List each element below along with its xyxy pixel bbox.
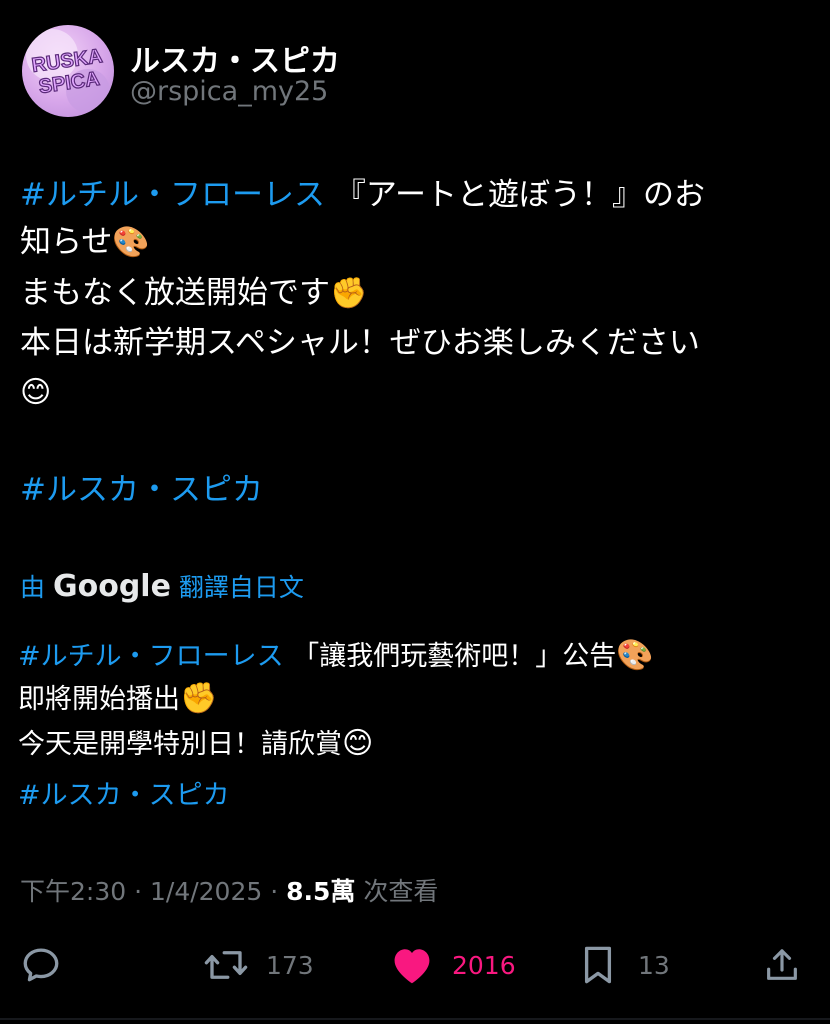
smile-emoji: 😊 [342, 726, 374, 761]
divider [0, 1018, 830, 1020]
translated-text: 「讓我們玩藝術吧！」公告 [283, 641, 617, 672]
retweet-button[interactable]: 173 [202, 942, 314, 988]
raised-fist-emoji: ✊ [330, 276, 368, 311]
translation-attribution[interactable]: 由 Google 翻譯自日文 [20, 568, 304, 604]
translated-line-3: 今天是開學特別日！請欣賞😊 [18, 726, 373, 763]
share-icon [767, 949, 797, 980]
tweet-text: 本日は新学期スペシャル！ぜひお楽しみください [20, 325, 700, 361]
views-count: 8.5萬 [286, 877, 356, 906]
retweet-count: 173 [266, 950, 314, 980]
hashtag-link[interactable]: #ルスカ・スピカ [20, 472, 263, 508]
reply-icon [23, 948, 59, 982]
tweet-line-5: 😊 [20, 372, 51, 413]
meta-separator: · [126, 877, 150, 906]
google-logo: Google [52, 569, 171, 604]
avatar[interactable]: RUSKA SPICA [22, 25, 114, 117]
tweet-line-3: まもなく放送開始です✊ [20, 273, 367, 314]
tweet-line-4: 本日は新学期スペシャル！ぜひお楽しみください [20, 323, 700, 363]
bookmark-button[interactable]: 13 [580, 942, 670, 988]
hashtag-link[interactable]: #ルチル・フローレス [18, 641, 284, 672]
retweet-icon [204, 951, 248, 979]
display-name[interactable]: ルスカ・スピカ [130, 36, 340, 80]
like-button[interactable]: 2016 [390, 942, 516, 988]
tweet-line-6: #ルスカ・スピカ [20, 470, 263, 510]
bookmark-count: 13 [638, 950, 670, 980]
user-handle[interactable]: @rspica_my25 [130, 76, 328, 107]
meta-separator: · [262, 877, 287, 906]
translation-suffix: 翻譯自日文 [178, 573, 304, 602]
tweet-date[interactable]: 1/4/2025 [150, 877, 262, 906]
reply-button[interactable] [20, 942, 62, 988]
translated-text: 即將開始播出 [18, 684, 180, 715]
translated-line-4: #ルスカ・スピカ [18, 778, 230, 814]
palette-emoji: 🎨 [616, 638, 654, 673]
tweet-text: まもなく放送開始です [20, 275, 330, 311]
raised-fist-emoji: ✊ [180, 681, 218, 716]
translated-line-2: 即將開始播出✊ [18, 681, 217, 718]
bookmark-icon [584, 946, 612, 984]
translated-text: 今天是開學特別日！請欣賞 [18, 729, 342, 760]
tweet-line-1: #ルチル・フローレス 『アートと遊ぼう！』のお [20, 175, 705, 215]
tweet-text: 知らせ [20, 224, 113, 260]
hashtag-link[interactable]: #ルスカ・スピカ [18, 780, 230, 811]
like-count: 2016 [452, 950, 516, 980]
tweet-meta: 下午2:30 · 1/4/2025 · 8.5萬 次查看 [20, 872, 438, 908]
translation-prefix: 由 [20, 573, 46, 602]
tweet-time[interactable]: 下午2:30 [20, 877, 126, 906]
palette-emoji: 🎨 [112, 225, 150, 260]
hashtag-link[interactable]: #ルチル・フローレス [20, 177, 325, 213]
tweet-text: 『アートと遊ぼう！』のお [324, 177, 705, 213]
views-label: 次查看 [355, 877, 439, 906]
share-button[interactable] [762, 942, 802, 988]
smile-emoji: 😊 [20, 375, 52, 410]
translated-line-1: #ルチル・フローレス 「讓我們玩藝術吧！」公告🎨 [18, 638, 654, 675]
heart-icon [394, 949, 430, 984]
tweet-line-2: 知らせ🎨 [20, 222, 150, 263]
